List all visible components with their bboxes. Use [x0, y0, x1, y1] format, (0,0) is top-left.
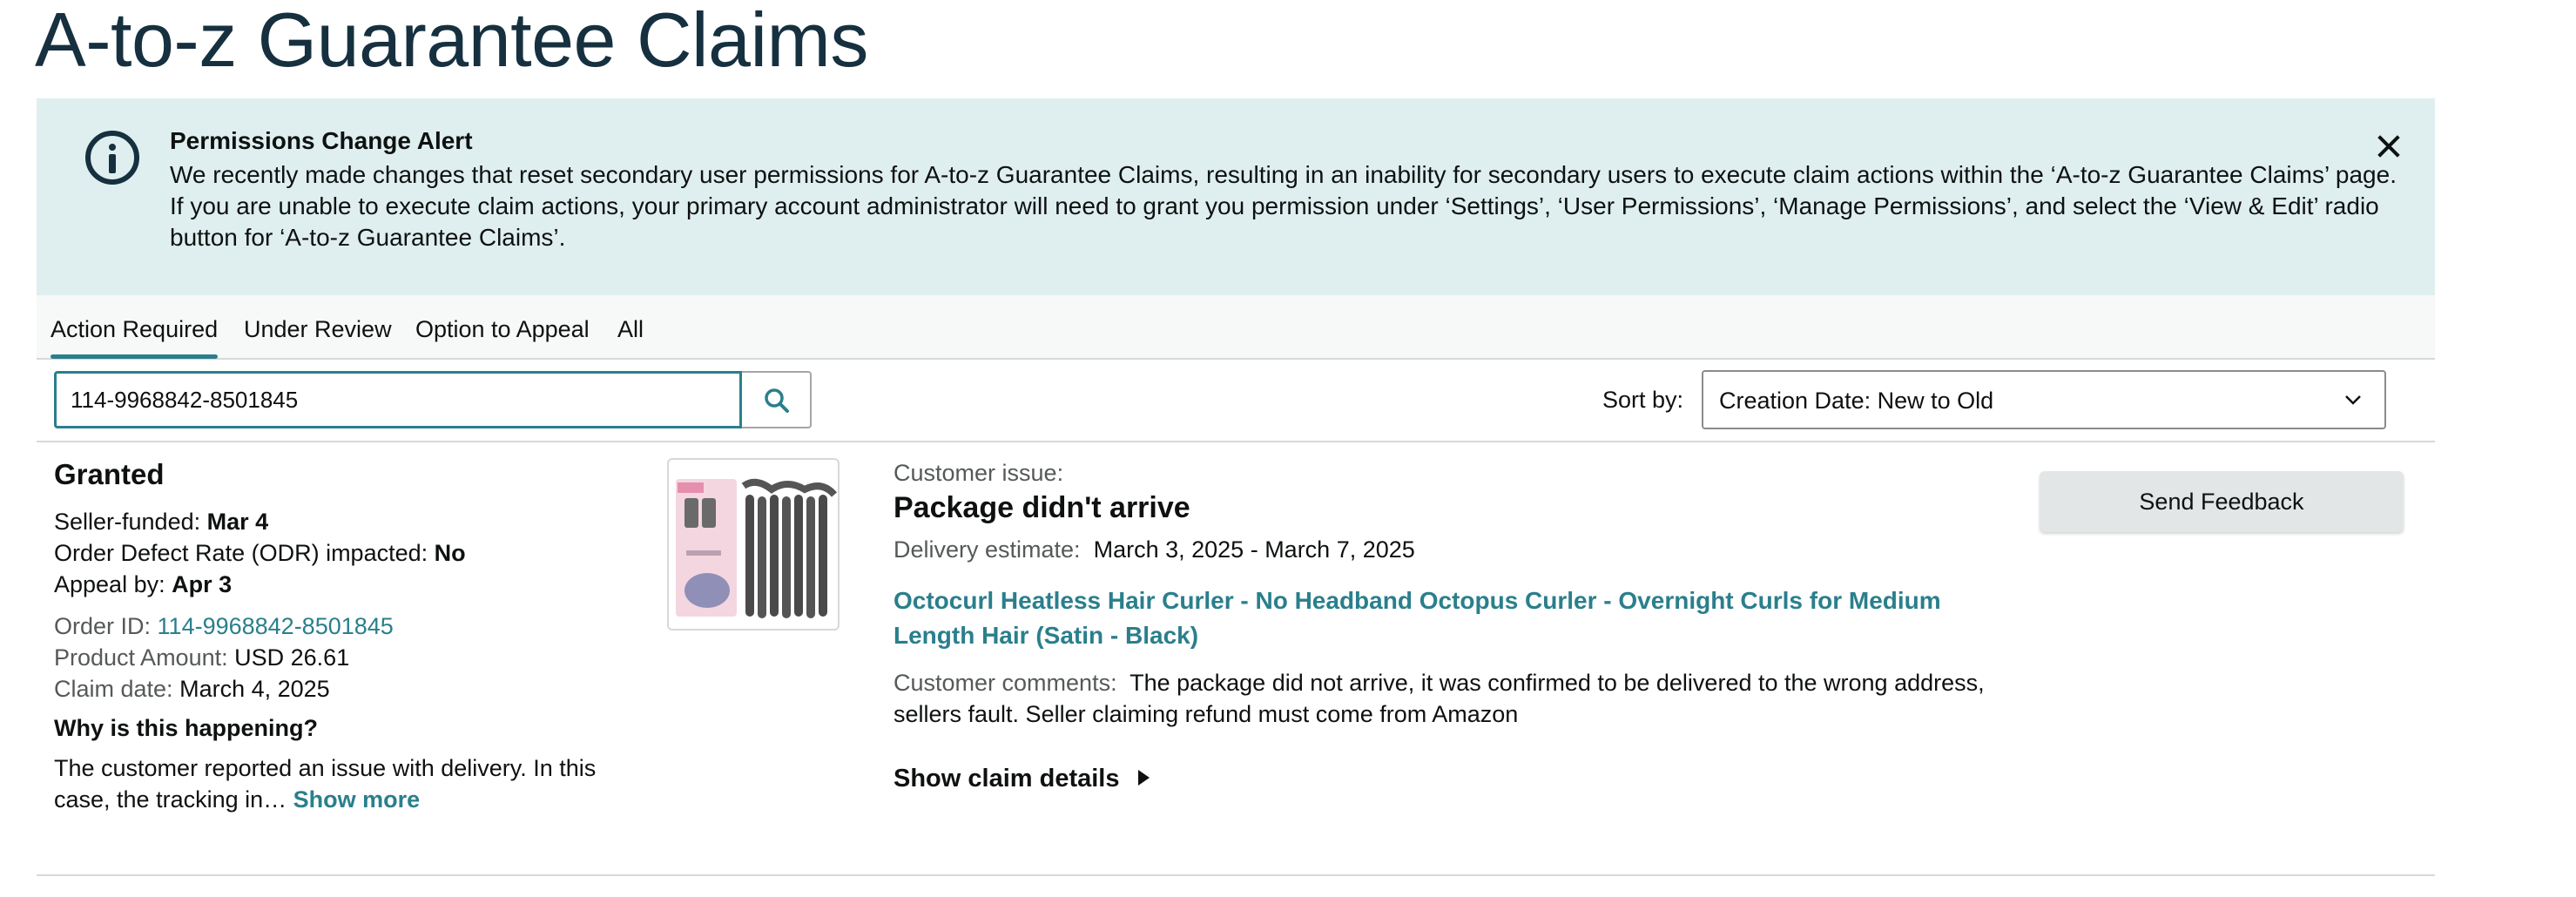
divider: [37, 874, 2435, 876]
page-title: A-to-z Guarantee Claims: [35, 0, 868, 83]
delivery-estimate: Delivery estimate: March 3, 2025 - March…: [894, 536, 1415, 563]
chevron-down-icon: [2345, 395, 2361, 405]
order-id: Order ID: 114-9968842-8501845: [54, 613, 394, 639]
divider: [37, 441, 2435, 442]
seller-funded: Seller-funded: Mar 4: [54, 509, 269, 535]
product-amount: Product Amount: USD 26.61: [54, 644, 350, 671]
search-icon: [765, 388, 789, 413]
claim-status: Granted: [54, 458, 165, 490]
why-heading: Why is this happening?: [54, 715, 318, 741]
tab-all[interactable]: All: [617, 316, 644, 343]
sort-label: Sort by:: [1602, 387, 1684, 413]
customer-comments: Customer comments: The package did not a…: [894, 670, 1985, 727]
show-claim-details[interactable]: Show claim details: [894, 765, 1150, 793]
product-image-graphic: [676, 478, 838, 618]
odr-impacted: Order Defect Rate (ODR) impacted: No: [54, 540, 466, 566]
product-title-link[interactable]: Octocurl Heatless Hair Curler - No Headb…: [894, 583, 1991, 653]
sort-select[interactable]: Creation Date: New to Old: [1702, 370, 2386, 429]
alert-title: Permissions Change Alert: [170, 127, 473, 154]
play-icon: [1138, 770, 1150, 786]
why-text: The customer reported an issue with deli…: [54, 755, 597, 813]
permissions-alert: Permissions Change Alert We recently mad…: [37, 98, 2435, 295]
issue-title: Package didn't arrive: [894, 491, 1190, 524]
search-input[interactable]: [54, 371, 742, 428]
close-icon[interactable]: [2370, 129, 2405, 164]
alert-body: We recently made changes that reset seco…: [170, 161, 2397, 251]
product-image[interactable]: [667, 458, 840, 631]
tab-action-required[interactable]: Action Required: [51, 316, 219, 359]
send-feedback-button[interactable]: Send Feedback: [2040, 471, 2404, 532]
claim-date: Claim date: March 4, 2025: [54, 676, 330, 702]
appeal-by: Appeal by: Apr 3: [54, 571, 233, 597]
tab-option-to-appeal[interactable]: Option to Appeal: [415, 316, 590, 343]
sort-value: Creation Date: New to Old: [1719, 388, 1994, 414]
claims-tabs: Action Required Under Review Option to A…: [37, 295, 2435, 360]
show-more-link[interactable]: Show more: [293, 786, 421, 813]
order-id-link[interactable]: 114-9968842-8501845: [158, 613, 394, 639]
issue-label: Customer issue:: [894, 460, 1064, 486]
tab-under-review[interactable]: Under Review: [244, 316, 392, 343]
search-button[interactable]: [742, 371, 812, 428]
info-icon: [85, 131, 139, 185]
